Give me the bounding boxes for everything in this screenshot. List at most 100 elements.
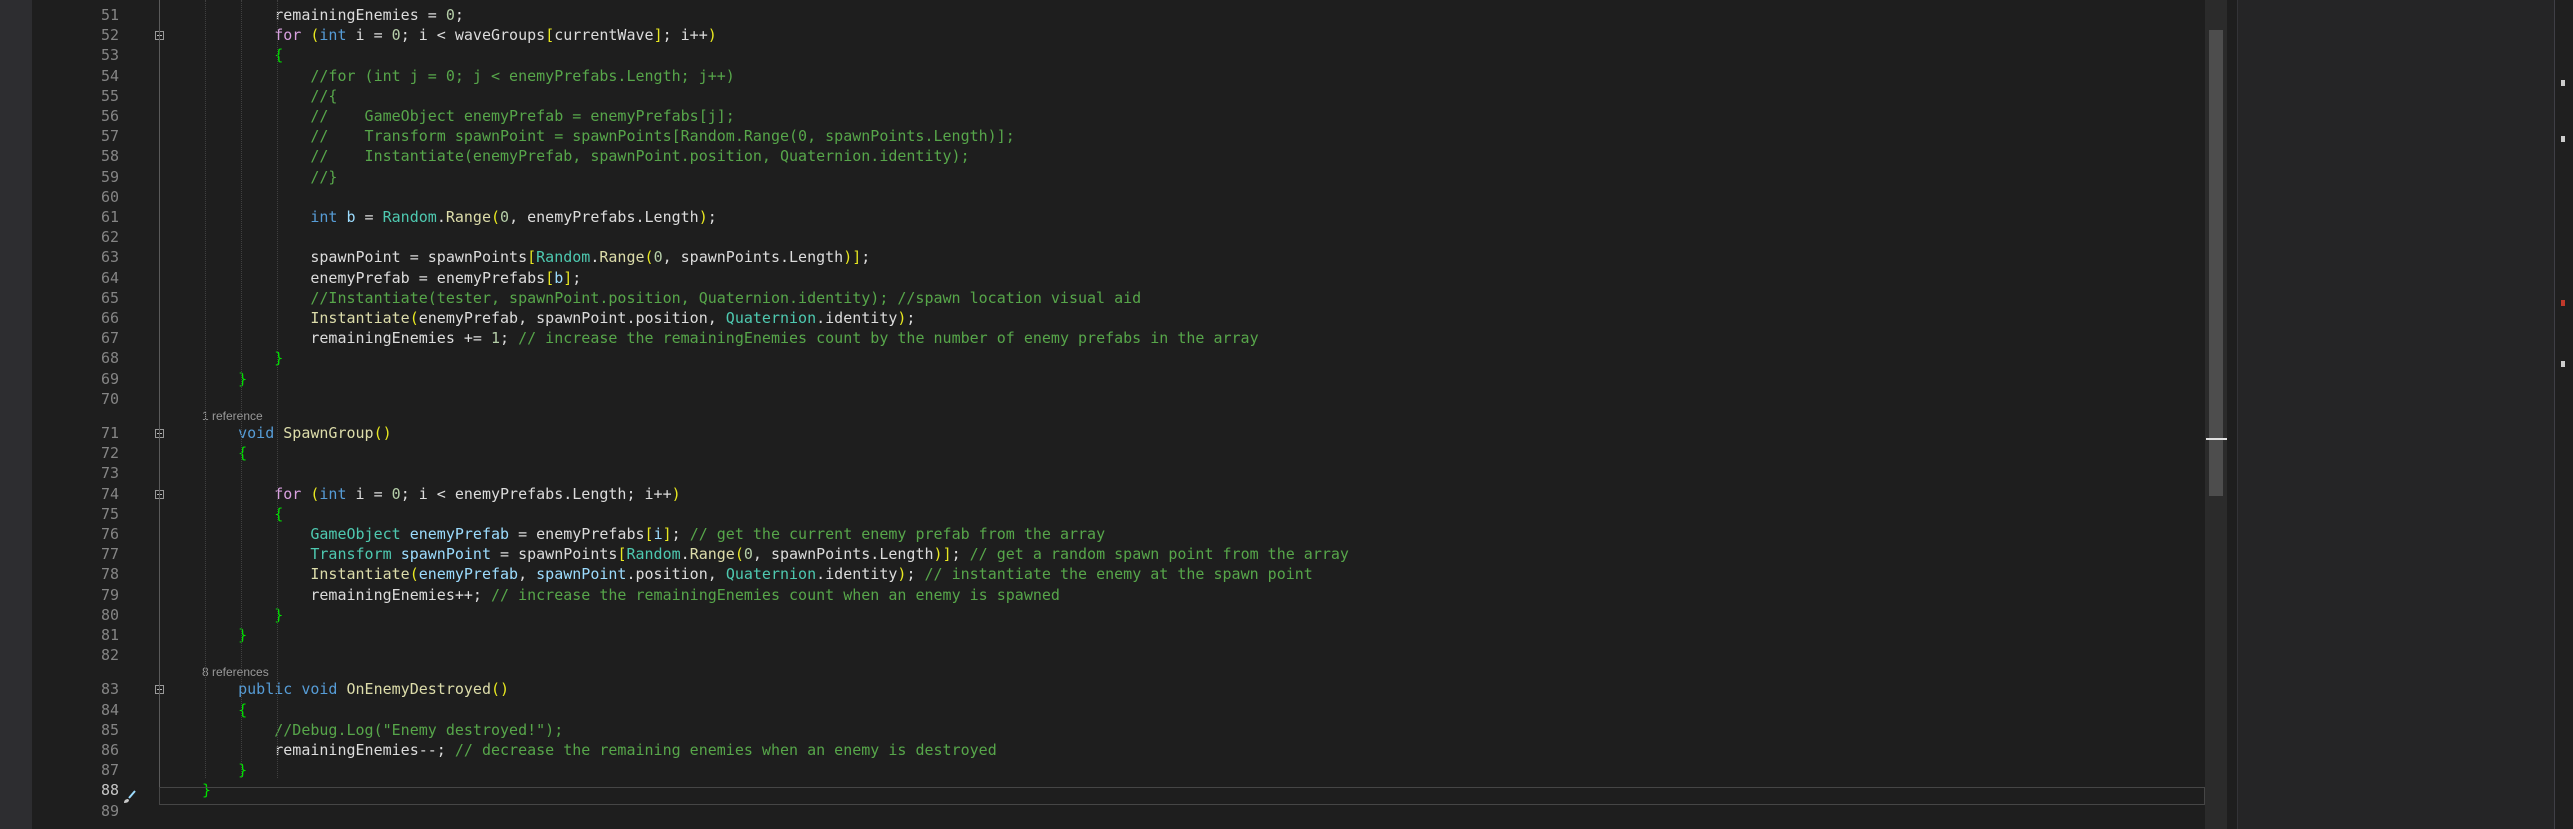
code-line[interactable]: 59 //} xyxy=(52,167,2205,187)
code-line[interactable]: 61 int b = Random.Range(0, enemyPrefabs.… xyxy=(52,207,2205,227)
code-token: Instantiate xyxy=(310,309,410,327)
code-line[interactable]: 67 remainingEnemies += 1; // increase th… xyxy=(52,328,2205,348)
code-line[interactable]: 87 } xyxy=(52,760,2205,780)
code-line[interactable]: 58 // Instantiate(enemyPrefab, spawnPoin… xyxy=(52,146,2205,166)
code-token: for xyxy=(274,26,302,45)
code-token: Transform xyxy=(310,545,392,564)
code-text: Transform spawnPoint = spawnPoints[Rando… xyxy=(202,544,1349,564)
code-text: //} xyxy=(202,167,337,187)
code-line[interactable]: 70 xyxy=(52,389,2205,409)
code-line[interactable]: 57 // Transform spawnPoint = spawnPoints… xyxy=(52,126,2205,146)
line-number: 60 xyxy=(100,187,119,206)
code-line[interactable]: 83 public void OnEnemyDestroyed() xyxy=(52,679,2205,699)
line-number: 74 xyxy=(100,484,119,503)
code-text: // Transform spawnPoint = spawnPoints[Ra… xyxy=(202,126,1014,146)
code-line[interactable]: 81 } xyxy=(52,625,2205,645)
paintbrush-icon[interactable] xyxy=(121,789,137,805)
code-token: } xyxy=(238,626,248,644)
outlining-margin-line xyxy=(159,0,160,791)
code-token: public xyxy=(238,680,293,699)
code-line[interactable]: 68 } xyxy=(52,348,2205,368)
code-line[interactable]: 76 GameObject enemyPrefab = enemyPrefabs… xyxy=(52,524,2205,544)
right-edge-strip xyxy=(2554,0,2573,829)
line-number: 87 xyxy=(100,761,119,780)
code-text: remainingEnemies += 1; // increase the r… xyxy=(202,328,1258,348)
code-line[interactable]: 62 xyxy=(52,227,2205,247)
code-token: ( xyxy=(409,565,419,584)
code-token: enemyPrefab, spawnPoint.position, xyxy=(418,309,726,327)
code-line[interactable]: 84 { xyxy=(52,700,2205,720)
code-line[interactable]: 63 spawnPoint = spawnPoints[Random.Range… xyxy=(52,247,2205,267)
code-token: b xyxy=(346,208,356,226)
line-number: 65 xyxy=(100,288,119,307)
codelens-references[interactable]: 8 references xyxy=(202,665,269,679)
codelens-references[interactable]: 1 reference xyxy=(202,409,263,423)
code-line[interactable]: 53 { xyxy=(52,45,2205,65)
code-line[interactable]: 77 Transform spawnPoint = spawnPoints[Ra… xyxy=(52,544,2205,564)
code-token: Quaternion xyxy=(725,565,817,584)
indent-guide xyxy=(205,0,206,779)
vertical-scrollbar[interactable] xyxy=(2205,0,2227,829)
code-token: . xyxy=(680,545,690,564)
code-token: remainingEnemies--; xyxy=(274,741,455,759)
code-token: ) xyxy=(698,208,708,226)
code-line[interactable]: 56 // GameObject enemyPrefab = enemyPref… xyxy=(52,106,2205,126)
code-token: ) xyxy=(707,26,717,45)
code-line[interactable]: 64 enemyPrefab = enemyPrefabs[b]; xyxy=(52,268,2205,288)
code-line[interactable]: 85 //Debug.Log("Enemy destroyed!"); xyxy=(52,720,2205,740)
code-token: int xyxy=(310,208,338,226)
code-line[interactable]: 80 } xyxy=(52,605,2205,625)
line-number: 55 xyxy=(100,86,119,105)
code-token: , enemyPrefabs.Length xyxy=(509,208,699,226)
code-token: { xyxy=(274,46,284,65)
code-line[interactable]: 78 Instantiate(enemyPrefab, spawnPoint.p… xyxy=(52,564,2205,584)
code-editor[interactable]: 51 remainingEnemies = 0; 52 for (int i = … xyxy=(52,0,2205,829)
code-token: i = xyxy=(346,484,392,503)
code-line[interactable]: 73 xyxy=(52,463,2205,483)
code-line[interactable]: 72 { xyxy=(52,443,2205,463)
code-line[interactable]: 65 //Instantiate(tester, spawnPoint.posi… xyxy=(52,288,2205,308)
code-line[interactable]: 79 remainingEnemies++; // increase the r… xyxy=(52,585,2205,605)
code-text: Instantiate(enemyPrefab, spawnPoint.posi… xyxy=(202,564,1312,584)
code-line[interactable]: 52 for (int i = 0; i < waveGroups[curren… xyxy=(52,25,2205,45)
line-number: 71 xyxy=(100,424,119,442)
code-token: int xyxy=(319,484,347,503)
code-line[interactable]: 82 xyxy=(52,645,2205,665)
code-line[interactable]: 71 void SpawnGroup() xyxy=(52,423,2205,443)
code-token: = spawnPoints xyxy=(491,545,618,564)
code-line[interactable]: 69 } xyxy=(52,369,2205,389)
code-line[interactable]: 51 remainingEnemies = 0; xyxy=(52,5,2205,25)
code-text: remainingEnemies--; // decrease the rema… xyxy=(202,740,996,760)
code-line[interactable]: 74 for (int i = 0; i < enemyPrefabs.Leng… xyxy=(52,484,2205,504)
code-line[interactable]: 75 { xyxy=(52,504,2205,524)
line-number: 83 xyxy=(100,680,119,699)
code-text: for (int i = 0; i < enemyPrefabs.Length;… xyxy=(202,484,680,504)
code-line[interactable]: 66 Instantiate(enemyPrefab, spawnPoint.p… xyxy=(52,308,2205,328)
code-token: ] xyxy=(563,268,573,287)
code-token: Instantiate xyxy=(310,565,410,584)
code-text: { xyxy=(202,45,283,65)
code-token: spawnPoint = spawnPoints xyxy=(310,248,528,267)
code-token: ] xyxy=(653,26,663,45)
code-token: b xyxy=(554,268,564,287)
code-text: //{ xyxy=(202,86,337,106)
code-line[interactable]: 86 remainingEnemies--; // decrease the r… xyxy=(52,740,2205,760)
code-line[interactable]: 60 xyxy=(52,187,2205,207)
code-token: } xyxy=(238,369,248,388)
code-line[interactable]: 54 //for (int j = 0; j < enemyPrefabs.Le… xyxy=(52,66,2205,86)
scrollbar-thumb[interactable] xyxy=(2209,30,2223,496)
code-line[interactable]: 55 //{ xyxy=(52,86,2205,106)
line-number: 76 xyxy=(100,525,119,543)
code-token: ; i++ xyxy=(662,26,708,45)
code-text: //Debug.Log("Enemy destroyed!"); xyxy=(202,720,563,740)
